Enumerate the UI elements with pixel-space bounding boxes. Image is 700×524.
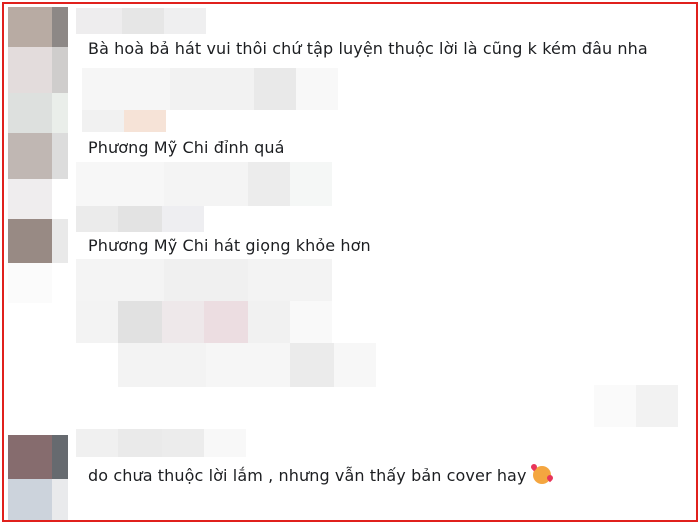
blurred-reactions [248, 162, 290, 206]
blurred-username [76, 206, 118, 232]
blurred-content [118, 343, 206, 387]
avatar[interactable] [8, 219, 52, 263]
blurred-avatar-edge [52, 133, 68, 179]
comment-text: Bà hoà bả hát vui thôi chứ tập luyện thu… [88, 39, 648, 58]
blurred-content [76, 301, 118, 343]
blurred-content [636, 385, 678, 427]
blurred-content [248, 301, 290, 343]
blurred-reactions [296, 68, 338, 110]
comment-text-content: do chưa thuộc lời lắm , nhưng vẫn thấy b… [88, 466, 527, 485]
blurred-avatar [8, 263, 52, 303]
blurred-content [206, 343, 290, 387]
blurred-avatar-edge [52, 435, 68, 479]
blurred-reactions [76, 259, 164, 301]
comment-text: do chưa thuộc lời lắm , nhưng vẫn thấy b… [88, 466, 551, 485]
blurred-username [118, 429, 162, 457]
blurred-avatar-edge [52, 479, 68, 520]
blurred-reactions [76, 162, 164, 206]
blurred-avatar [8, 93, 52, 133]
blurred-content [290, 301, 332, 343]
comment-text: Phương Mỹ Chi hát giọng khỏe hơn [88, 236, 371, 255]
blurred-content [334, 343, 376, 387]
blurred-content [204, 301, 248, 343]
blurred-username [204, 429, 246, 457]
blurred-reply-link [82, 110, 124, 132]
blurred-avatar-edge [52, 7, 68, 47]
blurred-content [118, 301, 162, 343]
blurred-avatar [8, 47, 52, 93]
avatar[interactable] [8, 133, 52, 179]
blurred-reactions [164, 162, 248, 206]
blurred-reactions [248, 259, 332, 301]
blurred-username [76, 429, 118, 457]
avatar[interactable] [8, 7, 52, 47]
blurred-avatar [8, 179, 52, 219]
blurred-username [164, 8, 206, 34]
blurred-content [290, 343, 334, 387]
blurred-username[interactable] [76, 8, 122, 34]
blurred-username [118, 206, 162, 232]
blurred-avatar-edge [52, 219, 68, 263]
blurred-reactions [164, 259, 248, 301]
blurred-avatar-edge [52, 93, 68, 133]
blurred-reactions [254, 68, 296, 110]
comment-section-frame: Bà hoà bả hát vui thôi chứ tập luyện thu… [2, 2, 698, 522]
blurred-reactions [170, 68, 254, 110]
blurred-reactions [82, 68, 170, 110]
smiling-face-with-hearts-icon [532, 466, 551, 484]
blurred-reactions [290, 162, 332, 206]
blurred-content [594, 385, 636, 427]
blurred-username [162, 206, 204, 232]
blurred-avatar-edge [52, 47, 68, 93]
blurred-username [162, 429, 204, 457]
comment-text: Phương Mỹ Chi đỉnh quá [88, 138, 285, 157]
avatar[interactable] [8, 435, 52, 479]
blurred-username [122, 8, 164, 34]
blurred-reply-link [124, 110, 166, 132]
blurred-content [162, 301, 204, 343]
blurred-avatar [8, 479, 52, 520]
